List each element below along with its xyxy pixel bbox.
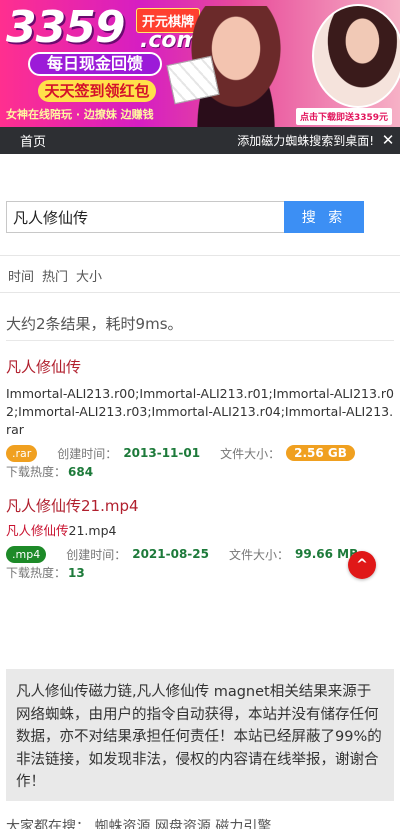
download-heat: 下载热度： 684 [6, 463, 394, 480]
created-date: 2013-11-01 [123, 446, 201, 460]
close-icon[interactable]: ✕ [380, 132, 396, 149]
result-item: 凡人修仙传21.mp4 凡人修仙传21.mp4 .mp4 创建时间： 2021-… [6, 495, 394, 581]
sort-by-size-tab[interactable]: 大小 [76, 266, 102, 285]
file-highlight: 凡人修仙传 [6, 523, 69, 538]
file-rest: 21.mp4 [68, 523, 117, 538]
banner-slogan-1: 每日现金回馈 [28, 52, 162, 76]
sort-by-time-tab[interactable]: 时间 [8, 266, 34, 285]
sort-tabs: 时间 热门 大小 [8, 266, 102, 285]
banner-slogan-2: 天天签到领红包 [38, 80, 156, 102]
banner-strip: 女神在线陪玩 · 边撩妹 边赚钱 [6, 108, 154, 121]
file-size-badge: 2.56 GB [286, 445, 355, 461]
result-summary: 大约2条结果，耗时9ms。 [6, 315, 183, 333]
size-label: 文件大小： [220, 446, 281, 461]
result-title-link[interactable]: 凡人修仙传21.mp4 [6, 495, 394, 516]
add-to-desktop-tip[interactable]: 添加磁力蜘蛛搜索到桌面! [237, 132, 374, 149]
search-button[interactable]: 搜 索 [284, 201, 364, 233]
heat-value: 13 [68, 566, 85, 580]
result-item: 凡人修仙传 Immortal-ALI213.r00;Immortal-ALI21… [6, 356, 394, 480]
top-nav: 首页 添加磁力蜘蛛搜索到桌面! ✕ [0, 127, 400, 154]
banner-brand: 3359 [6, 2, 125, 53]
result-file-list: 凡人修仙传21.mp4 [6, 522, 394, 540]
ad-banner[interactable]: 3359 开元棋牌 .com 每日现金回馈 天天签到领红包 女神在线陪玩 · 边… [0, 0, 400, 127]
banner-download-button[interactable]: 点击下载即送3359元 [296, 108, 393, 125]
created-label: 创建时间： [66, 547, 127, 562]
nav-right: 添加磁力蜘蛛搜索到桌面! ✕ [237, 132, 400, 149]
download-heat: 下载热度： 13 [6, 564, 394, 581]
result-file-list: Immortal-ALI213.r00;Immortal-ALI213.r01;… [6, 386, 394, 437]
created-date: 2021-08-25 [132, 547, 209, 561]
file-type-badge: .rar [6, 444, 38, 462]
search-area: 搜 索 [0, 154, 400, 256]
sort-by-hot-tab[interactable]: 热门 [42, 266, 68, 285]
disclaimer-box: 凡人修仙传磁力链,凡人修仙传 magnet相关结果来源于网络蜘蛛，由用户的指令自… [6, 669, 394, 801]
heat-value: 684 [68, 465, 94, 479]
back-to-top-button[interactable]: ^ [348, 551, 376, 579]
search-input[interactable] [6, 201, 285, 233]
file-type-badge: .mp4 [6, 545, 47, 563]
heat-label: 下载热度： [6, 566, 67, 580]
result-meta: .rar 创建时间： 2013-11-01 文件大小： 2.56 GB [6, 444, 394, 462]
divider [6, 340, 394, 341]
created-label: 创建时间： [57, 446, 118, 461]
divider [0, 292, 400, 293]
heat-label: 下载热度： [6, 465, 67, 479]
result-meta: .mp4 创建时间： 2021-08-25 文件大小： 99.66 MB [6, 545, 394, 563]
nav-home-link[interactable]: 首页 [20, 131, 46, 150]
banner-avatar-image [312, 4, 400, 108]
size-label: 文件大小： [228, 547, 289, 562]
related-searches[interactable]: 大家都在搜： 蜘蛛资源 网盘资源 磁力引擎 [6, 816, 271, 829]
result-title-link[interactable]: 凡人修仙传 [6, 356, 394, 377]
